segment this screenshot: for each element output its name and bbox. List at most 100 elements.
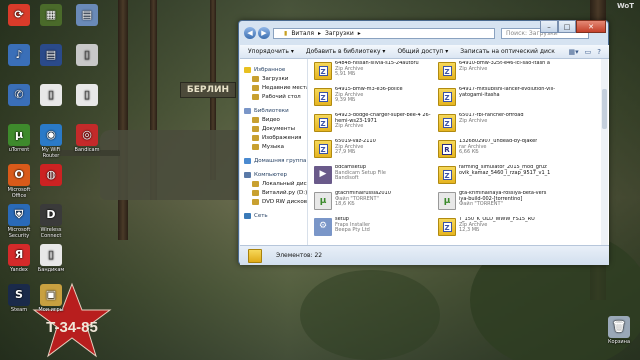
nav-library-item-label: Документы — [262, 125, 295, 132]
nav-homegroup[interactable]: Домашняя группа — [240, 156, 307, 165]
nav-drive-item-label: DVD RW дисковод — [262, 198, 307, 205]
item-count: Элементов: 22 — [276, 252, 323, 259]
desktop-icon[interactable]: Я Yandex — [2, 244, 36, 273]
desktop-icon-label: Мои игры — [38, 307, 64, 313]
desktop-icon[interactable]: ▣ Мои игры — [34, 284, 68, 313]
share-button[interactable]: Общий доступ ▾ — [397, 48, 448, 55]
nav-favorite-item[interactable]: Недавние места — [240, 83, 307, 92]
folder-icon — [252, 75, 259, 82]
desktop-icon[interactable]: ▤ — [70, 4, 104, 27]
help-icon[interactable]: ? — [597, 48, 601, 56]
desktop-icon[interactable]: ⛨ Microsoft Security — [2, 204, 36, 239]
desktop-icon[interactable]: ▯ — [70, 44, 104, 67]
desktop-icon[interactable]: D Wireless Connect — [34, 204, 68, 239]
file-item[interactable]: Z 64915-bmw-m3-e36-police Zip Archive 9,39 … — [314, 87, 432, 109]
desktop-icon[interactable]: O Microsoft Office — [2, 164, 36, 199]
app-icon: ▤ — [76, 4, 98, 26]
app-icon: ▯ — [76, 44, 98, 66]
zip-file-icon: Z — [314, 140, 332, 158]
nav-libraries[interactable]: Библиотеки — [240, 106, 307, 115]
maximize-button[interactable]: □ — [558, 20, 576, 33]
nav-network[interactable]: Сеть — [240, 211, 307, 220]
scrollbar[interactable] — [601, 59, 608, 245]
desktop-icon[interactable]: ◎ Bandicam — [70, 124, 104, 153]
breadcrumb-item[interactable]: Загрузки — [325, 30, 354, 37]
breadcrumb-item[interactable]: Виталя — [291, 30, 314, 37]
desktop-icon-label: Wireless Connect — [40, 227, 62, 239]
title-bar[interactable]: ◀ ▶ ▮ Виталя ▸ Загрузки ▸ Поиск: Загрузк… — [239, 20, 608, 45]
file-item[interactable]: Zfarming_simulator_2015_mod_gruz ovik_ka… — [438, 165, 556, 187]
explorer-window[interactable]: ◀ ▶ ▮ Виталя ▸ Загрузки ▸ Поиск: Загрузк… — [238, 20, 609, 265]
file-item[interactable]: µ gta-kriminalnaya-rossiya-beta-vers iya-… — [438, 191, 556, 213]
nav-drive-item-label: Локальный диск — [262, 180, 308, 187]
close-button[interactable]: ✕ — [576, 20, 606, 33]
nav-library-item[interactable]: Видео — [240, 115, 307, 124]
file-item[interactable]: µ gtacriminalrussia2010 Файл "TORRENT" 18,6… — [314, 191, 432, 213]
folder-icon — [252, 189, 259, 196]
folder-icon — [248, 248, 262, 263]
forward-button[interactable]: ▶ — [258, 27, 270, 39]
burn-button[interactable]: Записать на оптический диск — [460, 48, 555, 55]
file-size: 27,9 МБ — [335, 149, 356, 156]
file-item[interactable]: Z T_150_K_OLD_WWW_FS15_RU Zip Archive 12,3 … — [438, 217, 556, 239]
view-options-icon[interactable]: ▦▾ — [569, 48, 579, 56]
nav-favorites[interactable]: Избранное — [240, 65, 307, 74]
nav-drive-item[interactable]: DVD RW дисковод — [240, 197, 307, 206]
computer-icon — [244, 171, 251, 178]
desktop-icon[interactable]: ▯ — [34, 84, 68, 107]
nav-drive-item[interactable]: Виталий.ру (D:) — [240, 188, 307, 197]
star-text: T-34-85 — [46, 319, 98, 336]
desktop-icon[interactable]: ◉ My WiFi Router — [34, 124, 68, 159]
desktop-icon[interactable]: µ uTorrent — [2, 124, 36, 153]
nav-library-item[interactable]: Изображения — [240, 133, 307, 142]
nav-favorite-item[interactable]: Рабочий стол — [240, 92, 307, 101]
file-item[interactable]: Z 65017-fbi-rancher-offroad Zip Archive — [438, 113, 556, 135]
organize-button[interactable]: Упорядочить ▾ — [248, 48, 294, 55]
app-icon: ▯ — [40, 84, 62, 106]
file-item[interactable]: Z 64917-mitsubishi-lancer-evolution-viii-… — [438, 87, 556, 109]
file-item[interactable]: Z 64848-nissan-silvia-s15-24autoru Zip Arc… — [314, 61, 432, 83]
file-item[interactable]: R 1326802907_undead-by-djaker rar Archive 6… — [438, 139, 556, 161]
app-icon: ◎ — [76, 124, 98, 146]
desktop-icon[interactable]: ▦ — [34, 4, 68, 27]
file-item[interactable]: ⚙ setup Fraps Installer Beepa Pty Ltd — [314, 217, 432, 239]
file-item[interactable]: ▶ bdcamsetup Bandicam Setup File Bandisoft — [314, 165, 432, 187]
zip-file-icon: Z — [438, 62, 456, 80]
file-size: 5,91 МБ — [335, 71, 356, 78]
nav-favorite-item[interactable]: Загрузки — [240, 74, 307, 83]
nav-library-item[interactable]: Музыка — [240, 142, 307, 151]
nav-library-item[interactable]: Документы — [240, 124, 307, 133]
back-button[interactable]: ◀ — [244, 27, 256, 39]
nav-favorite-item-label: Загрузки — [262, 75, 289, 82]
desktop-icon-label: Microsoft Office — [7, 187, 31, 199]
desktop-icon[interactable]: ▯ — [70, 84, 104, 107]
file-meta: Zip Archive — [335, 123, 364, 130]
address-bar[interactable]: ▮ Виталя ▸ Загрузки ▸ — [273, 28, 495, 39]
scrollbar-thumb[interactable] — [602, 89, 607, 129]
app-icon: O — [8, 164, 30, 186]
file-size: Bandisoft — [335, 175, 359, 182]
file-item[interactable]: Z 65019-vaz-2110 Zip Archive 27,9 МБ — [314, 139, 432, 161]
desktop-icon[interactable]: S Steam — [2, 284, 36, 313]
file-item[interactable]: Z 64910-bmw-325t-e46-lci-sao-itash a Zip A… — [438, 61, 556, 83]
file-size: 18,6 КБ — [335, 201, 355, 208]
file-item[interactable]: Z 64923-dodge-charger-super-bee-4 26-hemi… — [314, 113, 432, 135]
zip-file-icon: Z — [314, 88, 332, 106]
nav-drive-item-label: Виталий.ру (D:) — [262, 189, 308, 196]
desktop-icon[interactable]: ⟳ — [2, 4, 36, 27]
desktop-icon[interactable]: ♪ — [2, 44, 36, 67]
recycle-bin[interactable]: 🗑 Корзина — [602, 316, 636, 345]
desktop-icon[interactable]: ◍ — [34, 164, 68, 187]
command-bar: Упорядочить ▾ Добавить в библиотеку ▾ Об… — [240, 45, 609, 59]
preview-pane-icon[interactable]: ▭ — [585, 48, 592, 56]
nav-computer[interactable]: Компьютер — [240, 170, 307, 179]
desktop-icon[interactable]: ✆ — [2, 84, 36, 107]
add-library-button[interactable]: Добавить в библиотеку ▾ — [306, 48, 386, 55]
nav-favorite-item-label: Недавние места — [262, 84, 308, 91]
desktop-icon[interactable]: ▯ Бандикам — [34, 244, 68, 273]
minimize-button[interactable]: – — [540, 20, 558, 33]
nav-drive-item[interactable]: Локальный диск — [240, 179, 307, 188]
desktop-icon[interactable]: ▤ — [34, 44, 68, 67]
file-size: 9,39 МБ — [335, 97, 356, 104]
network-icon — [244, 212, 251, 219]
